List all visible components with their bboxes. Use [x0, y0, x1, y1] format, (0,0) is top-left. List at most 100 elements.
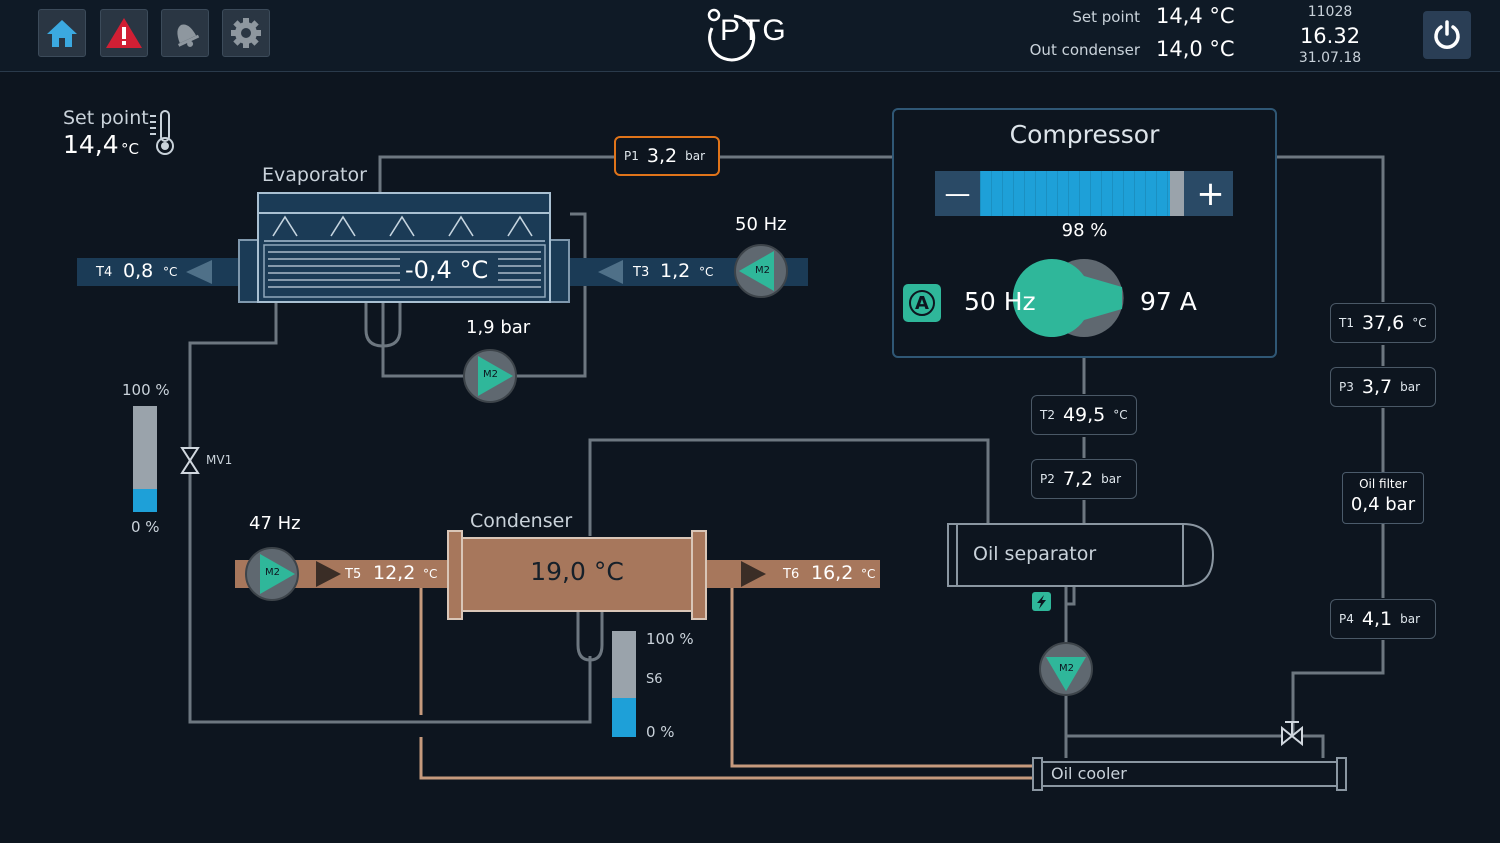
condenser-pump-tag: M2 — [265, 567, 280, 578]
power-button[interactable] — [1423, 11, 1471, 59]
settings-button[interactable] — [222, 9, 270, 57]
home-button[interactable] — [38, 9, 86, 57]
p4-value: 4,1 — [1361, 608, 1393, 630]
t4-value: 0,8 — [123, 260, 154, 282]
evaporator-unit — [238, 192, 570, 303]
header-outcond-value: 14,0 °C — [1156, 37, 1235, 61]
notifications-button[interactable] — [161, 9, 209, 57]
compressor-current: 97 A — [1140, 287, 1197, 316]
p1-tag: P1 — [624, 149, 639, 163]
mv1-label: MV1 — [206, 453, 233, 467]
bypass-valve-icon — [1281, 721, 1303, 747]
condenser-pump-frequency: 47 Hz — [249, 513, 301, 534]
p3-sensor[interactable]: P3 3,7 bar — [1330, 367, 1436, 407]
compressor-decrease-button[interactable]: — — [935, 171, 980, 216]
gear-icon — [231, 18, 261, 48]
s6-gauge — [612, 631, 636, 737]
p2-tag: P2 — [1040, 472, 1055, 486]
mv1-valve-icon — [180, 447, 200, 474]
t5-value: 12,2 — [373, 562, 416, 584]
header-setpoint-label: Set point — [1072, 8, 1140, 26]
setpoint-unit: °C — [121, 140, 139, 158]
p4-tag: P4 — [1339, 612, 1354, 626]
t2-tag: T2 — [1040, 408, 1055, 422]
t2-value: 49,5 — [1062, 404, 1106, 426]
power-icon — [1434, 20, 1460, 49]
t2-sensor[interactable]: T2 49,5 °C — [1031, 395, 1137, 435]
p3-tag: P3 — [1339, 380, 1354, 394]
t3-value: 1,2 — [660, 260, 691, 282]
compressor-slider-thumb[interactable] — [1170, 171, 1184, 216]
t6-value: 16,2 — [811, 562, 854, 584]
header-date: 31.07.18 — [1298, 50, 1362, 66]
evaporator-label: Evaporator — [262, 164, 367, 186]
home-icon — [47, 20, 77, 47]
evaporator-pump-pressure: 1,9 bar — [466, 317, 531, 338]
oil-filter-label: Oil filter — [1359, 477, 1407, 491]
oil-cooler-label: Oil cooler — [1051, 764, 1127, 783]
setpoint-value: 14,4 — [63, 130, 119, 159]
t3-pump-frequency: 50 Hz — [735, 214, 787, 235]
bell-icon — [177, 24, 200, 47]
level-gauge-fill — [133, 489, 157, 512]
t1-unit: °C — [1412, 316, 1427, 330]
heater-lightning-icon — [1032, 592, 1051, 611]
p2-sensor[interactable]: P2 7,2 bar — [1031, 459, 1137, 499]
oil-filter-value: 0,4 bar — [1350, 494, 1416, 515]
condenser-temp: 19,0 °C — [530, 557, 624, 586]
cooling-water-lines — [419, 588, 1035, 780]
hmi-screen: PTG Set point 14,4 °C Out condenser 14,0… — [0, 0, 1500, 843]
p2-unit: bar — [1101, 472, 1121, 486]
level-gauge — [133, 406, 157, 512]
t6-unit: °C — [861, 567, 876, 581]
evaporator-temp: -0,4 °C — [405, 256, 489, 284]
t6-tag: T6 — [783, 567, 800, 582]
header-time: 16.32 — [1299, 24, 1361, 48]
header-outcond-label: Out condenser — [1029, 41, 1140, 59]
thermometer-icon — [150, 110, 174, 155]
logo-text: PTG — [720, 14, 788, 47]
p4-sensor[interactable]: P4 4,1 bar — [1330, 599, 1436, 639]
compressor-slider-fill — [980, 171, 1170, 216]
auto-mode-button[interactable]: A — [903, 284, 941, 322]
t1-sensor[interactable]: T1 37,6 °C — [1330, 303, 1436, 343]
evaporator-pump-tag: M2 — [483, 369, 498, 380]
s6-gauge-min: 0 % — [646, 723, 675, 741]
level-gauge-max: 100 % — [122, 381, 170, 399]
t3-pump-tag: M2 — [755, 265, 770, 276]
t1-tag: T1 — [1339, 316, 1354, 330]
s6-gauge-max: 100 % — [646, 630, 694, 648]
p4-unit: bar — [1400, 612, 1420, 626]
header-id: 11028 — [1307, 4, 1353, 20]
level-gauge-min: 0 % — [131, 518, 160, 536]
p1-unit: bar — [685, 149, 705, 163]
p1-value: 3,2 — [646, 145, 678, 167]
t1-value: 37,6 — [1361, 312, 1405, 334]
compressor-percent: 98 % — [1061, 220, 1108, 241]
t4-unit: °C — [163, 265, 178, 279]
compressor-frequency: 50 Hz — [964, 287, 1036, 316]
t2-unit: °C — [1113, 408, 1128, 422]
s6-tag: S6 — [646, 672, 663, 687]
header-setpoint-value: 14,4 °C — [1156, 4, 1235, 28]
compressor-slider[interactable]: — + — [935, 171, 1233, 216]
p2-value: 7,2 — [1062, 468, 1094, 490]
p1-sensor[interactable]: P1 3,2 bar — [614, 136, 720, 176]
setpoint-label: Set point — [63, 107, 149, 129]
oil-pump-tag: M2 — [1059, 663, 1074, 674]
t3-unit: °C — [699, 265, 714, 279]
oil-separator-label: Oil separator — [973, 543, 1097, 565]
t4-tag: T4 — [96, 265, 113, 280]
oil-filter-box[interactable]: Oil filter 0,4 bar — [1342, 472, 1424, 524]
p3-unit: bar — [1400, 380, 1420, 394]
alarm-warning-icon — [106, 18, 142, 48]
compressor-increase-button[interactable]: + — [1188, 171, 1233, 216]
p3-value: 3,7 — [1361, 376, 1393, 398]
top-bar: PTG Set point 14,4 °C Out condenser 14,0… — [0, 0, 1500, 72]
t3-tag: T3 — [633, 265, 650, 280]
s6-gauge-fill — [612, 698, 636, 737]
compressor-title: Compressor — [1009, 120, 1160, 149]
alarm-button[interactable] — [100, 9, 148, 57]
auto-mode-icon: A — [909, 290, 935, 316]
t5-unit: °C — [423, 567, 438, 581]
